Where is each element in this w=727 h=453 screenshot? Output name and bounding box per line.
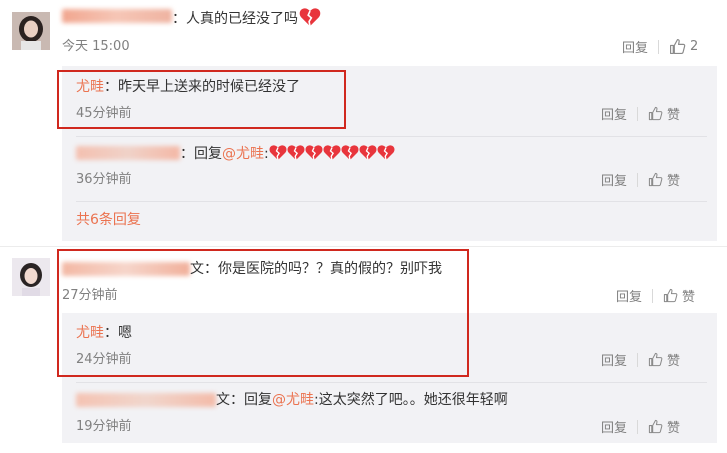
reply-text: 尤畦：昨天早上送来的时候已经没了 — [76, 79, 300, 95]
broken-heart-icon — [287, 144, 305, 161]
reply-actions: 回复 赞 — [601, 417, 680, 436]
like-button[interactable]: 赞 — [648, 170, 680, 189]
username-blurred[interactable] — [62, 9, 172, 23]
username-blurred[interactable] — [76, 393, 216, 407]
reply-time: 36分钟前 — [76, 172, 132, 187]
reply-username[interactable]: 尤畦 — [76, 79, 104, 95]
reply-actions: 回复 赞 — [601, 170, 680, 189]
reply-button[interactable]: 回复 — [622, 37, 648, 56]
like-button[interactable]: 2 — [669, 38, 698, 55]
comment-text: ：人真的已经没了吗 — [172, 7, 322, 28]
like-count: 2 — [690, 39, 699, 54]
thumbs-up-icon — [663, 288, 678, 303]
divider — [637, 106, 639, 121]
reply-button[interactable]: 回复 — [616, 286, 642, 305]
reply-text: ：回复@尤畦: — [180, 144, 395, 163]
reply-time: 45分钟前 — [76, 106, 132, 121]
reply-button[interactable]: 回复 — [601, 104, 627, 123]
comment-divider — [0, 246, 727, 247]
reply-text: 尤畦：嗯 — [76, 325, 132, 341]
reply-actions: 回复 赞 — [601, 104, 680, 123]
reply-button[interactable]: 回复 — [601, 350, 627, 369]
reply-actions: 回复 赞 — [601, 350, 680, 369]
comment-time: 今天 15:00 — [62, 39, 130, 54]
reply-username[interactable]: 尤畦 — [76, 325, 104, 341]
divider — [76, 201, 707, 202]
broken-heart-icon — [341, 144, 359, 161]
thumbs-up-icon — [648, 352, 663, 367]
divider — [652, 288, 654, 303]
mention-link[interactable]: @尤畦 — [272, 392, 314, 408]
broken-heart-icon — [269, 144, 287, 161]
username-blurred[interactable] — [76, 146, 180, 160]
broken-heart-icon — [359, 144, 377, 161]
divider — [76, 382, 707, 383]
broken-heart-icon — [299, 7, 321, 27]
thumbs-up-icon — [648, 106, 663, 121]
avatar[interactable] — [12, 258, 50, 296]
thumbs-up-icon — [648, 419, 663, 434]
reply-time: 19分钟前 — [76, 419, 132, 434]
like-button[interactable]: 赞 — [648, 104, 680, 123]
comment-actions: 回复 2 — [622, 37, 698, 56]
avatar[interactable] — [12, 12, 50, 50]
divider — [637, 419, 639, 434]
broken-heart-icon — [323, 144, 341, 161]
thumbs-up-icon — [669, 38, 686, 55]
divider — [76, 136, 707, 137]
mention-link[interactable]: @尤畦 — [222, 146, 264, 162]
like-button[interactable]: 赞 — [648, 417, 680, 436]
broken-heart-icon — [377, 144, 395, 161]
reply-time: 24分钟前 — [76, 352, 132, 367]
reply-text: 文：回复@尤畦:这太突然了吧。。她还很年轻啊 — [216, 392, 508, 408]
thumbs-up-icon — [648, 172, 663, 187]
like-button[interactable]: 赞 — [663, 286, 695, 305]
like-button[interactable]: 赞 — [648, 350, 680, 369]
divider — [637, 352, 639, 367]
more-replies-link[interactable]: 共6条回复 — [76, 211, 141, 229]
reply-button[interactable]: 回复 — [601, 170, 627, 189]
broken-heart-emojis — [269, 146, 395, 162]
divider — [637, 172, 639, 187]
comment-actions: 回复 赞 — [616, 286, 695, 305]
divider — [658, 39, 660, 54]
reply-button[interactable]: 回复 — [601, 417, 627, 436]
broken-heart-icon — [305, 144, 323, 161]
